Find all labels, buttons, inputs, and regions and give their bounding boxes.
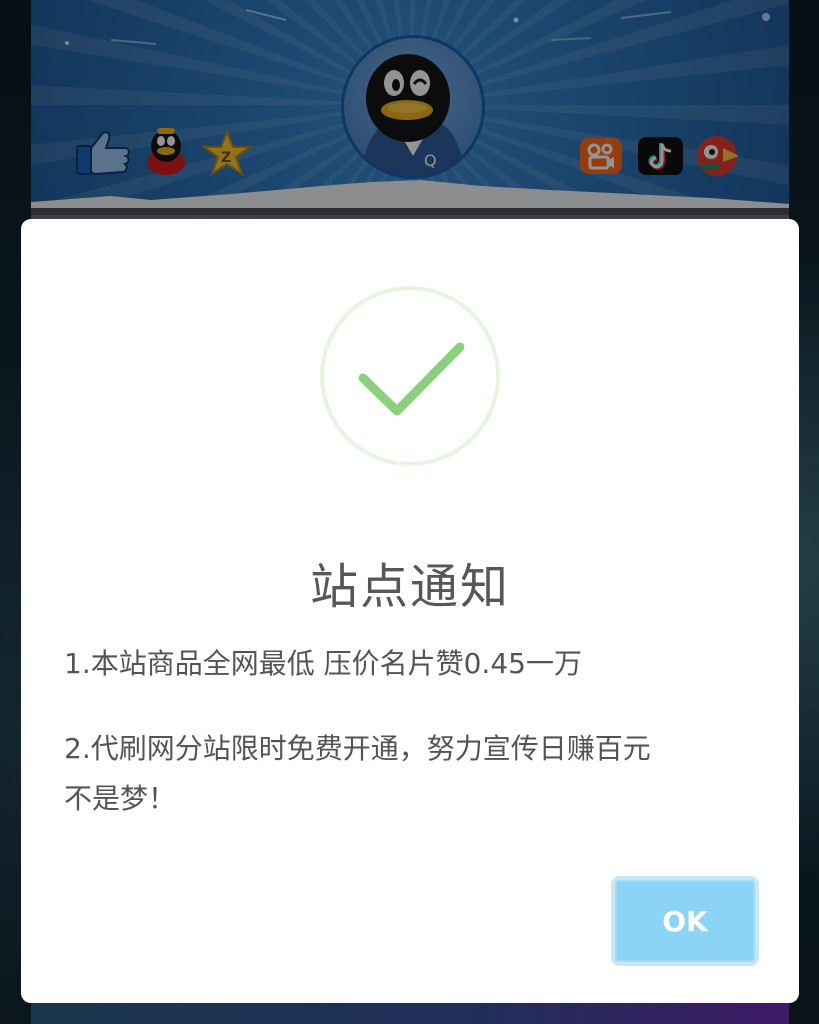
notice-line-2: 2.代刷网分站限时免费开通，努力宣传日赚百元 bbox=[64, 732, 651, 765]
notice-line-1: 1.本站商品全网最低 压价名片赞0.45一万 bbox=[64, 647, 582, 680]
ok-button[interactable]: OK bbox=[611, 876, 759, 966]
success-check-icon bbox=[319, 285, 501, 467]
notice-dialog: 站点通知 1.本站商品全网最低 压价名片赞0.45一万 2.代刷网分站限时免费开… bbox=[21, 219, 799, 1003]
dialog-title: 站点通知 bbox=[309, 559, 510, 615]
notice-line-2-cont: 不是梦！ bbox=[64, 782, 177, 815]
